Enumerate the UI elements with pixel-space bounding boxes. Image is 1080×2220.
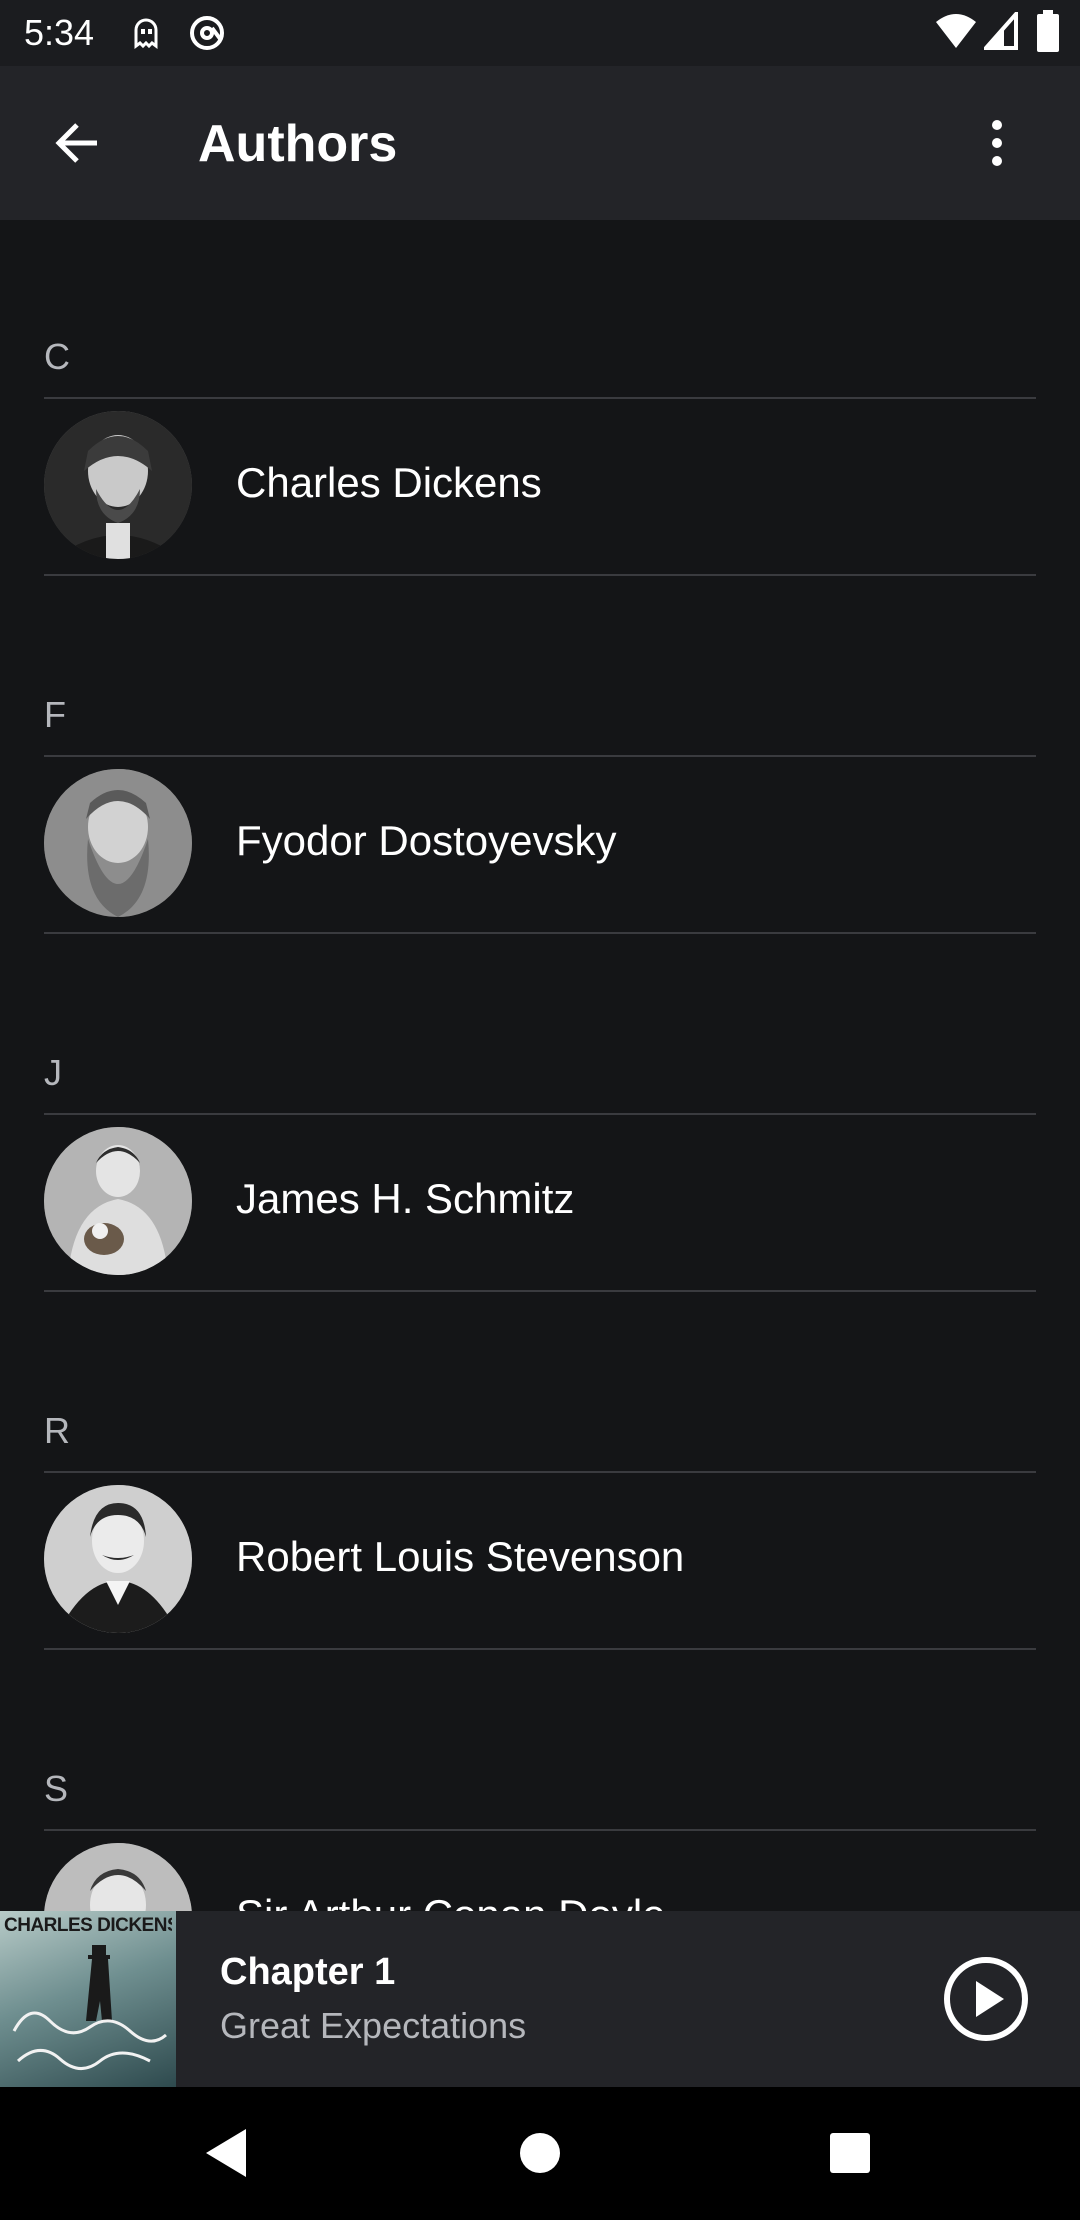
recents-square-icon [830, 2133, 870, 2173]
chapter-title: Chapter 1 [220, 1951, 396, 1993]
nav-home-button[interactable] [508, 2121, 572, 2185]
more-vert-icon [992, 120, 1002, 166]
avatar [44, 1485, 192, 1633]
nav-back-button[interactable] [194, 2121, 258, 2185]
nav-recents-button[interactable] [818, 2121, 882, 2185]
signal-icon [981, 8, 1018, 55]
status-bar: 5:34 [0, 0, 1080, 66]
author-name: Robert Louis Stevenson [236, 1533, 685, 1580]
home-circle-icon [520, 2133, 560, 2173]
author-row[interactable]: Sir Arthur Conan Doyle [0, 1829, 1080, 1912]
page-title: Authors [198, 115, 398, 173]
author-row[interactable]: James H. Schmitz [0, 1113, 1080, 1289]
at-sign-icon [188, 14, 226, 57]
avatar [44, 1127, 192, 1275]
arrow-back-icon [55, 123, 97, 163]
section-j: J James H. Schmitz [0, 936, 1080, 1294]
avatar [44, 411, 192, 559]
section-header: J [44, 1052, 62, 1093]
author-name: Sir Arthur Conan Doyle [236, 1891, 666, 1912]
book-title: Great Expectations [220, 2005, 527, 2046]
avatar [44, 769, 192, 917]
author-row[interactable]: Charles Dickens [0, 397, 1080, 573]
system-nav-bar [0, 2087, 1080, 2220]
section-header: F [44, 694, 66, 735]
avatar [44, 1843, 192, 1912]
section-s: S Sir Arthur Conan Doyle [0, 1652, 1080, 1912]
section-header: R [44, 1410, 70, 1451]
author-name: James H. Schmitz [236, 1175, 575, 1222]
more-options-button[interactable] [962, 108, 1032, 178]
divider [44, 1290, 1036, 1292]
play-button[interactable] [942, 1955, 1030, 2043]
section-header: C [44, 336, 70, 377]
authors-list[interactable]: C Charles Dickens F Fyodor Dostoyevsky J… [0, 220, 1080, 1912]
mini-player[interactable]: CHARLES DICKENS Chapter 1 Great Expectat… [0, 1911, 1080, 2087]
author-name: Fyodor Dostoyevsky [236, 817, 617, 864]
author-row[interactable]: Fyodor Dostoyevsky [0, 755, 1080, 931]
author-name: Charles Dickens [236, 459, 542, 506]
ghost-icon [128, 14, 164, 55]
back-triangle-icon [206, 2129, 246, 2177]
divider [44, 932, 1036, 934]
section-f: F Fyodor Dostoyevsky [0, 578, 1080, 936]
section-r: R Robert Louis Stevenson [0, 1294, 1080, 1652]
divider [44, 574, 1036, 576]
divider [44, 1648, 1036, 1650]
battery-icon [1036, 10, 1060, 57]
wifi-icon [934, 12, 978, 57]
author-row[interactable]: Robert Louis Stevenson [0, 1471, 1080, 1647]
section-header: S [44, 1768, 69, 1809]
back-button[interactable] [42, 108, 112, 178]
status-time: 5:34 [24, 12, 95, 53]
app-bar: Authors [0, 66, 1080, 220]
section-c: C Charles Dickens [0, 220, 1080, 578]
play-circle-icon [944, 1957, 1028, 2041]
book-cover: CHARLES DICKENS [0, 1911, 176, 2087]
